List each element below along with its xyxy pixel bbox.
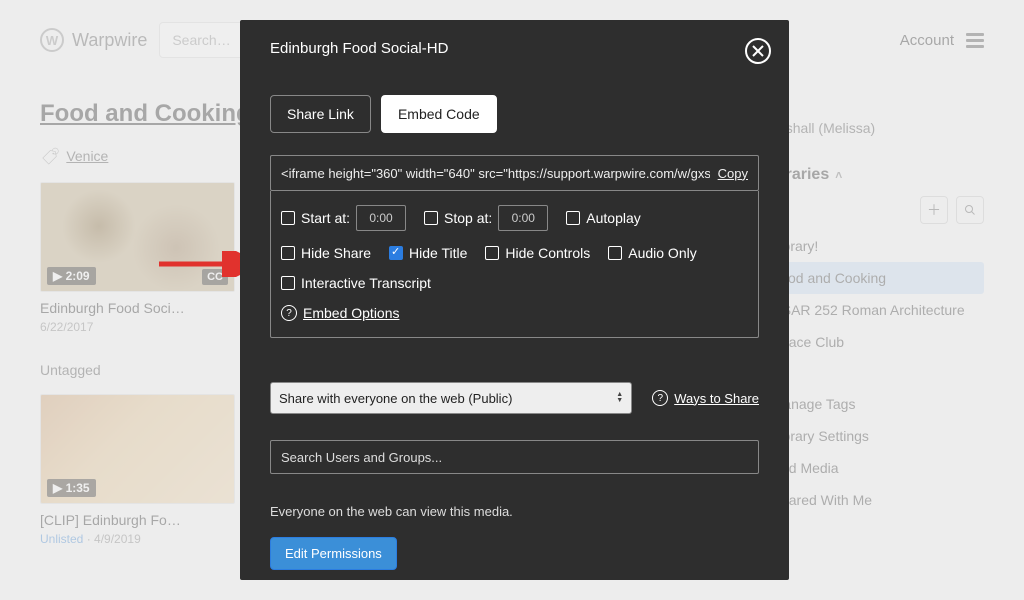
share-visibility-select[interactable]: Share with everyone on the web (Public) … — [270, 382, 632, 414]
checkbox-autoplay[interactable] — [566, 211, 580, 225]
embed-code-text: <iframe height="360" width="640" src="ht… — [281, 166, 710, 181]
label-hide-title: Hide Title — [409, 245, 467, 261]
tab-share-link[interactable]: Share Link — [270, 95, 371, 133]
checkbox-hide-title[interactable] — [389, 246, 403, 260]
edit-permissions-button[interactable]: Edit Permissions — [270, 537, 397, 570]
label-hide-controls: Hide Controls — [505, 245, 590, 261]
label-start-at: Start at: — [301, 210, 350, 226]
checkbox-start-at[interactable] — [281, 211, 295, 225]
embed-code-field[interactable]: <iframe height="360" width="640" src="ht… — [270, 155, 759, 191]
copy-button[interactable]: Copy — [718, 166, 748, 181]
checkbox-stop-at[interactable] — [424, 211, 438, 225]
input-start-at[interactable] — [356, 205, 406, 231]
label-audio-only: Audio Only — [628, 245, 696, 261]
select-chevron-icon: ▲▼ — [616, 392, 623, 404]
tab-embed-code[interactable]: Embed Code — [381, 95, 497, 133]
close-button[interactable] — [745, 38, 771, 64]
help-icon[interactable]: ? — [652, 390, 668, 406]
label-interactive-transcript: Interactive Transcript — [301, 275, 431, 291]
label-hide-share: Hide Share — [301, 245, 371, 261]
checkbox-hide-controls[interactable] — [485, 246, 499, 260]
checkbox-hide-share[interactable] — [281, 246, 295, 260]
permission-text: Everyone on the web can view this media. — [270, 504, 759, 519]
share-modal: Edinburgh Food Social-HD Share Link Embe… — [240, 20, 789, 580]
embed-options-link[interactable]: Embed Options — [303, 305, 400, 321]
ways-to-share-link[interactable]: Ways to Share — [674, 391, 759, 406]
label-stop-at: Stop at: — [444, 210, 492, 226]
checkbox-interactive-transcript[interactable] — [281, 276, 295, 290]
modal-title: Edinburgh Food Social-HD — [270, 40, 759, 57]
label-autoplay: Autoplay — [586, 210, 640, 226]
search-users-input[interactable] — [270, 440, 759, 474]
help-icon[interactable]: ? — [281, 305, 297, 321]
close-icon — [752, 45, 764, 57]
checkbox-audio-only[interactable] — [608, 246, 622, 260]
input-stop-at[interactable] — [498, 205, 548, 231]
embed-options-panel: Start at: Stop at: Autoplay Hide Share H… — [270, 191, 759, 338]
